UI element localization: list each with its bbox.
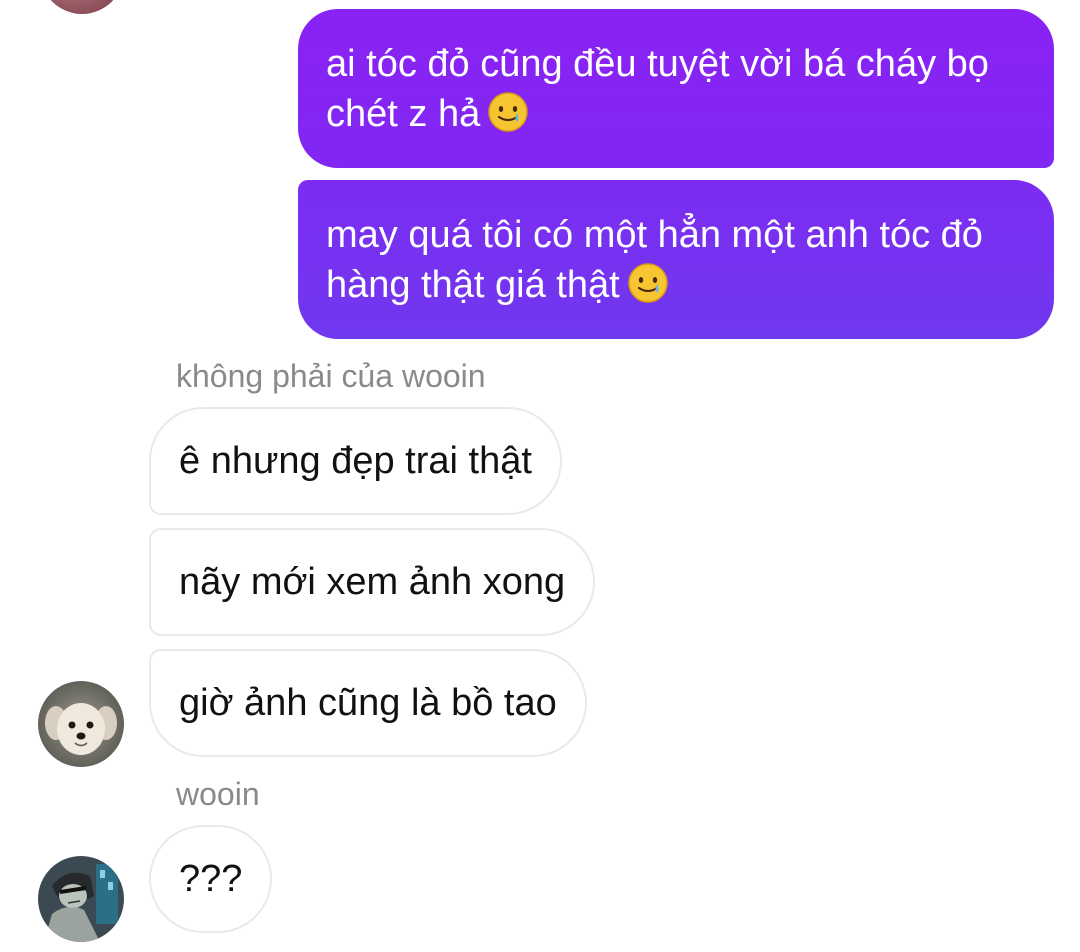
incoming-message-bubble[interactable]: giờ ảnh cũng là bồ tao (149, 649, 587, 757)
smiling-face-with-tear-icon (627, 263, 668, 303)
sender-label: không phải của wooin (176, 358, 486, 394)
puppy-avatar-icon (38, 681, 124, 767)
message-text: ê nhưng đẹp trai thật (179, 440, 532, 482)
message-text: nãy mới xem ảnh xong (179, 561, 566, 603)
message-text: giờ ảnh cũng là bồ tao (179, 682, 557, 724)
smiling-face-with-tear-icon (488, 92, 528, 132)
outgoing-message-bubble[interactable]: ai tóc đỏ cũng đều tuyệt vời bá cháy bọ … (298, 9, 1054, 168)
avatar-illustrated[interactable] (38, 856, 124, 942)
sender-label: wooin (176, 776, 260, 812)
incoming-message-bubble[interactable]: nãy mới xem ảnh xong (149, 528, 596, 636)
message-text: ai tóc đỏ cũng đều tuyệt vời bá cháy bọ … (326, 43, 989, 135)
outgoing-message-bubble[interactable]: may quá tôi có một hẳn một anh tóc đỏ hà… (298, 180, 1054, 339)
incoming-message-bubble[interactable]: ê nhưng đẹp trai thật (149, 407, 562, 515)
incoming-message-bubble[interactable]: ??? (149, 825, 273, 933)
avatar-puppy[interactable] (38, 681, 124, 767)
avatar-partial-top[interactable] (40, 0, 124, 14)
chat-thread: ai tóc đỏ cũng đều tuyệt vời bá cháy bọ … (0, 0, 1080, 952)
message-text: ??? (179, 858, 243, 900)
illustrated-avatar-icon (38, 856, 124, 942)
